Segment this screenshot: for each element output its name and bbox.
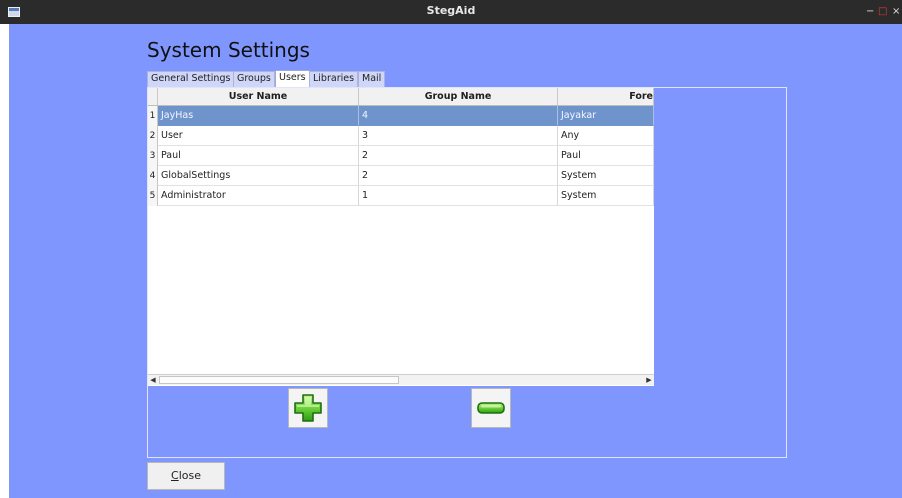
- window-controls: − □ ×: [862, 5, 902, 19]
- cell-group-name[interactable]: 2: [359, 166, 558, 186]
- add-user-button[interactable]: [288, 388, 328, 428]
- cell-group-name[interactable]: 2: [359, 146, 558, 166]
- close-button-label: lose: [178, 469, 201, 482]
- column-header-fore[interactable]: Fore: [558, 88, 654, 105]
- horizontal-scrollbar[interactable]: ◀ ▶: [148, 374, 654, 385]
- cell-user-name[interactable]: Paul: [158, 146, 359, 166]
- table-row[interactable]: 4 GlobalSettings 2 System: [148, 166, 654, 186]
- table-row[interactable]: 2 User 3 Any: [148, 126, 654, 146]
- close-window-icon[interactable]: ×: [892, 5, 900, 19]
- close-button-mnemonic: C: [171, 469, 179, 482]
- tab-libraries[interactable]: Libraries: [309, 71, 359, 87]
- close-button[interactable]: Close: [147, 462, 225, 490]
- cell-fore[interactable]: System: [558, 186, 654, 206]
- table-row[interactable]: 3 Paul 2 Paul: [148, 146, 654, 166]
- cell-user-name[interactable]: Administrator: [158, 186, 359, 206]
- row-number: 3: [148, 146, 158, 166]
- users-table[interactable]: User Name Group Name Fore 1 JayHas 4 Jay…: [148, 88, 654, 386]
- cell-group-name[interactable]: 4: [359, 106, 558, 126]
- column-header-user-name[interactable]: User Name: [158, 88, 359, 105]
- cell-fore[interactable]: Any: [558, 126, 654, 146]
- cell-fore[interactable]: Paul: [558, 146, 654, 166]
- remove-user-button[interactable]: [471, 388, 511, 428]
- table-row[interactable]: 1 JayHas 4 Jayakar: [148, 106, 654, 126]
- maximize-icon[interactable]: □: [878, 5, 887, 19]
- tab-users[interactable]: Users: [275, 70, 310, 88]
- scroll-left-arrow-icon[interactable]: ◀: [148, 375, 158, 385]
- cell-fore[interactable]: Jayakar: [558, 106, 654, 126]
- minimize-icon[interactable]: −: [866, 5, 874, 19]
- tab-mail[interactable]: Mail: [358, 71, 386, 87]
- row-number: 4: [148, 166, 158, 186]
- column-header-group-name[interactable]: Group Name: [359, 88, 558, 105]
- window-titlebar: StegAid − □ ×: [0, 0, 902, 24]
- tab-general-settings[interactable]: General Settings: [147, 71, 235, 87]
- window-title: StegAid: [426, 4, 476, 17]
- row-number-header: [148, 88, 158, 105]
- table-row[interactable]: 5 Administrator 1 System: [148, 186, 654, 206]
- cell-user-name[interactable]: JayHas: [158, 106, 359, 126]
- scrollbar-thumb[interactable]: [159, 376, 399, 384]
- row-number: 5: [148, 186, 158, 206]
- table-header: User Name Group Name Fore: [148, 88, 654, 106]
- cell-group-name[interactable]: 3: [359, 126, 558, 146]
- row-number: 1: [148, 106, 158, 126]
- cell-user-name[interactable]: GlobalSettings: [158, 166, 359, 186]
- row-number: 2: [148, 126, 158, 146]
- page-title: System Settings: [147, 38, 310, 62]
- minus-icon: [477, 402, 505, 414]
- tab-groups[interactable]: Groups: [233, 71, 275, 87]
- cell-group-name[interactable]: 1: [359, 186, 558, 206]
- cell-fore[interactable]: System: [558, 166, 654, 186]
- plus-icon: [294, 394, 322, 422]
- cell-user-name[interactable]: User: [158, 126, 359, 146]
- scroll-right-arrow-icon[interactable]: ▶: [644, 375, 654, 385]
